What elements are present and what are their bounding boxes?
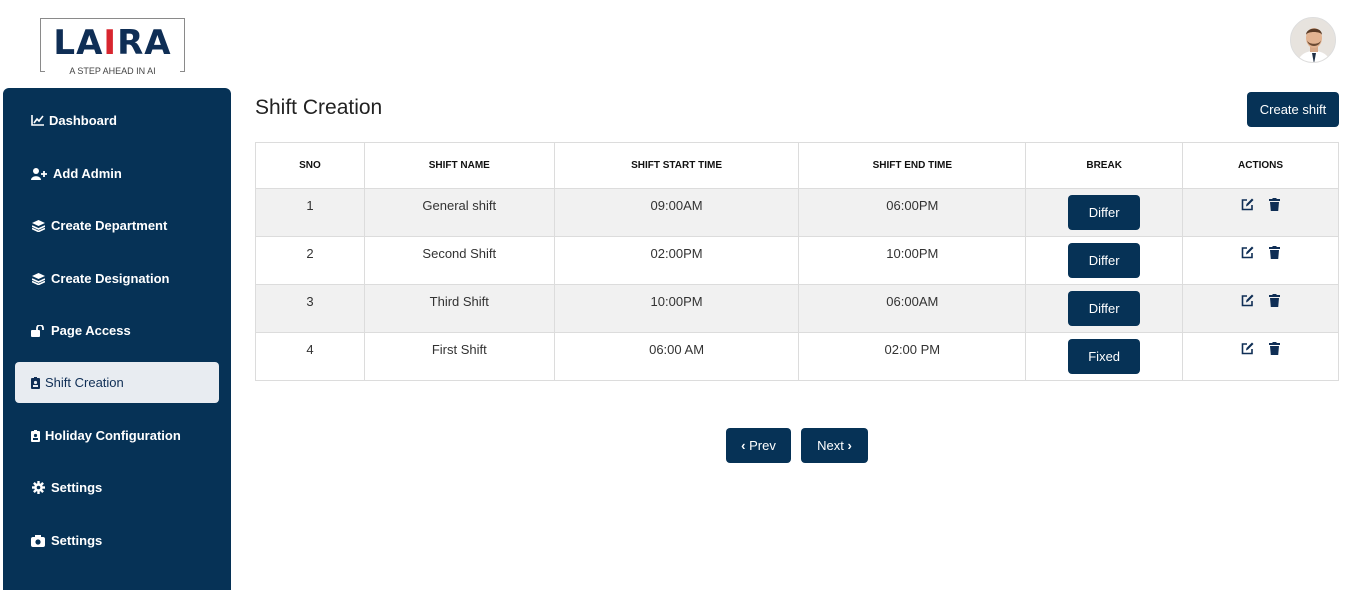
user-plus-icon [29, 167, 49, 181]
break-button[interactable]: Fixed [1068, 339, 1141, 374]
table-row: 3 Third Shift 10:00PM 06:00AM Differ [255, 284, 1339, 333]
cell-start-time: 02:00PM [553, 236, 800, 285]
trash-icon[interactable] [1268, 342, 1281, 355]
table-row: 2 Second Shift 02:00PM 10:00PM Differ [255, 236, 1339, 285]
next-label: Next [817, 438, 844, 453]
cell-break: Fixed [1025, 332, 1184, 381]
cell-sno: 1 [255, 188, 365, 237]
break-button[interactable]: Differ [1068, 243, 1141, 278]
table-row: 4 First Shift 06:00 AM 02:00 PM Fixed [255, 332, 1339, 381]
cell-start-time: 09:00AM [553, 188, 800, 237]
company-logo: LAIRA A STEP AHEAD IN AI [40, 18, 185, 77]
cell-shift-name: First Shift [363, 332, 555, 381]
sidebar-item-label: Add Admin [53, 166, 122, 181]
sidebar-item-create-designation[interactable]: Create Designation [15, 258, 219, 299]
cell-actions [1182, 284, 1339, 333]
break-button[interactable]: Differ [1068, 195, 1141, 230]
sidebar-item-label: Shift Creation [45, 375, 124, 390]
id-badge-icon [29, 429, 41, 443]
sidebar: Dashboard Add Admin Create Department Cr… [3, 88, 231, 590]
camera-icon [29, 534, 47, 548]
prev-label: Prev [749, 438, 776, 453]
id-badge-icon [29, 376, 41, 390]
sidebar-item-dashboard[interactable]: Dashboard [15, 100, 219, 141]
layers-icon [29, 219, 47, 233]
table-header-row: SNO SHIFT NAME SHIFT START TIME SHIFT EN… [255, 142, 1339, 189]
cell-actions [1182, 188, 1339, 237]
column-header-sno: SNO [255, 142, 365, 189]
column-header-actions: ACTIONS [1182, 142, 1339, 189]
sidebar-item-label: Dashboard [49, 113, 117, 128]
user-avatar[interactable] [1290, 17, 1336, 63]
sidebar-item-label: Page Access [51, 323, 131, 338]
sidebar-item-label: Settings [51, 533, 103, 548]
cell-actions [1182, 236, 1339, 285]
trash-icon[interactable] [1268, 198, 1281, 211]
sidebar-item-label: Create Designation [51, 271, 170, 286]
cell-end-time: 10:00PM [798, 236, 1027, 285]
shift-table: SNO SHIFT NAME SHIFT START TIME SHIFT EN… [255, 142, 1339, 381]
edit-icon[interactable] [1241, 246, 1254, 259]
layers-icon [29, 272, 47, 286]
column-header-end-time: SHIFT END TIME [798, 142, 1027, 189]
column-header-shift-name: SHIFT NAME [363, 142, 555, 189]
sidebar-item-create-department[interactable]: Create Department [15, 205, 219, 246]
chevron-right-icon: › [847, 438, 852, 453]
logo-tagline: A STEP AHEAD IN AI [45, 65, 180, 77]
cell-end-time: 06:00AM [798, 284, 1027, 333]
edit-icon[interactable] [1241, 198, 1254, 211]
cell-break: Differ [1025, 236, 1184, 285]
page-title: Shift Creation [255, 96, 383, 119]
column-header-start-time: SHIFT START TIME [553, 142, 800, 189]
table-row: 1 General shift 09:00AM 06:00PM Differ [255, 188, 1339, 237]
next-page-button[interactable]: Next › [801, 428, 868, 463]
sidebar-item-label: Holiday Configuration [45, 428, 181, 443]
sidebar-item-settings[interactable]: Settings [15, 467, 219, 508]
break-button[interactable]: Differ [1068, 291, 1141, 326]
trash-icon[interactable] [1268, 294, 1281, 307]
cell-sno: 4 [255, 332, 365, 381]
cell-break: Differ [1025, 188, 1184, 237]
chevron-left-icon: ‹ [741, 438, 746, 453]
sidebar-item-label: Create Department [51, 218, 168, 233]
cell-start-time: 10:00PM [553, 284, 800, 333]
cell-actions [1182, 332, 1339, 381]
cell-sno: 2 [255, 236, 365, 285]
edit-icon[interactable] [1241, 294, 1254, 307]
edit-icon[interactable] [1241, 342, 1254, 355]
chart-line-icon [29, 114, 45, 128]
prev-page-button[interactable]: ‹ Prev [726, 428, 791, 463]
logo-wordmark: LAIRA [53, 23, 172, 63]
cell-start-time: 06:00 AM [553, 332, 800, 381]
create-shift-button[interactable]: Create shift [1247, 92, 1339, 127]
column-header-break: BREAK [1025, 142, 1184, 189]
cell-shift-name: Second Shift [363, 236, 555, 285]
cell-shift-name: General shift [363, 188, 555, 237]
sidebar-item-holiday-configuration[interactable]: Holiday Configuration [15, 415, 219, 456]
cell-end-time: 06:00PM [798, 188, 1027, 237]
sidebar-item-shift-creation[interactable]: Shift Creation [15, 362, 219, 403]
trash-icon[interactable] [1268, 246, 1281, 259]
cell-sno: 3 [255, 284, 365, 333]
cell-shift-name: Third Shift [363, 284, 555, 333]
sidebar-item-label: Settings [51, 480, 103, 495]
gear-icon [29, 481, 47, 495]
cell-end-time: 02:00 PM [798, 332, 1027, 381]
cell-break: Differ [1025, 284, 1184, 333]
sidebar-item-settings-camera[interactable]: Settings [15, 520, 219, 561]
sidebar-item-add-admin[interactable]: Add Admin [15, 153, 219, 194]
sidebar-item-page-access[interactable]: Page Access [15, 310, 219, 351]
unlock-icon [29, 324, 47, 338]
